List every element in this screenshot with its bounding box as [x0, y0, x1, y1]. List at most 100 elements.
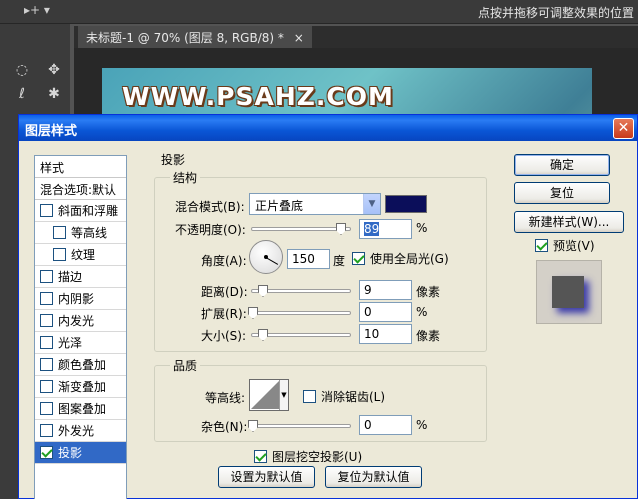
- angle-dial[interactable]: [249, 240, 283, 274]
- new-style-button[interactable]: 新建样式(W)...: [514, 211, 624, 233]
- opacity-slider[interactable]: [251, 223, 351, 235]
- antialias-checkbox[interactable]: 消除锯齿(L): [303, 388, 385, 405]
- noise-input[interactable]: 0: [359, 415, 412, 435]
- style-item-label: 图案叠加: [58, 402, 107, 416]
- style-item[interactable]: 描边: [35, 266, 126, 288]
- styles-list: 样式 混合选项:默认 斜面和浮雕等高线纹理描边内阴影内发光光泽颜色叠加渐变叠加图…: [34, 155, 127, 499]
- global-light-check[interactable]: [352, 252, 365, 265]
- style-item-label: 等高线: [71, 226, 108, 240]
- styles-header[interactable]: 样式: [35, 156, 126, 178]
- distance-label: 距离(D):: [201, 285, 248, 299]
- style-checkbox[interactable]: [53, 226, 66, 239]
- style-item[interactable]: 渐变叠加: [35, 376, 126, 398]
- document-tab-bar: 未标题-1 @ 70% (图层 8, RGB/8) * ×: [74, 26, 638, 48]
- style-checkbox[interactable]: [40, 270, 53, 283]
- style-item[interactable]: 等高线: [35, 222, 126, 244]
- style-item[interactable]: 图案叠加: [35, 398, 126, 420]
- distance-slider[interactable]: [251, 285, 351, 297]
- opacity-input[interactable]: 89: [359, 219, 412, 239]
- canvas-text: WWW.PSAHZ.COM: [122, 82, 394, 111]
- marquee-tool-icon[interactable]: ◌: [12, 60, 32, 80]
- angle-input[interactable]: 150: [287, 249, 330, 269]
- distance-unit: 像素: [416, 285, 441, 299]
- style-item-label: 光泽: [58, 336, 83, 350]
- close-icon[interactable]: ×: [294, 31, 304, 45]
- opacity-label: 不透明度(O):: [175, 223, 246, 237]
- knockout-check[interactable]: [254, 450, 267, 463]
- blend-mode-select[interactable]: 正片叠底 ▼: [249, 193, 381, 215]
- style-checkbox[interactable]: [53, 248, 66, 261]
- spread-label: 扩展(R):: [201, 307, 247, 321]
- layer-style-dialog: 图层样式 ✕ 样式 混合选项:默认 斜面和浮雕等高线纹理描边内阴影内发光光泽颜色…: [18, 114, 638, 499]
- make-default-button[interactable]: 设置为默认值: [218, 466, 315, 488]
- close-button[interactable]: ✕: [613, 118, 634, 139]
- chevron-down-icon: ▼: [363, 194, 380, 214]
- size-input[interactable]: 10: [359, 324, 412, 344]
- spread-slider[interactable]: [248, 307, 351, 319]
- style-item[interactable]: 外发光: [35, 420, 126, 442]
- preview-label: 预览(V): [553, 239, 595, 253]
- dialog-title: 图层样式: [25, 124, 78, 139]
- preview-thumbnail: [536, 260, 602, 324]
- global-light-label: 使用全局光(G): [370, 252, 449, 266]
- spread-input[interactable]: 0: [359, 302, 412, 322]
- lasso-tool-icon[interactable]: ℓ: [12, 84, 32, 104]
- preview-swatch: [552, 276, 584, 308]
- blend-mode-label: 混合模式(B):: [175, 200, 245, 214]
- dialog-titlebar[interactable]: 图层样式 ✕: [19, 115, 637, 141]
- style-item[interactable]: 颜色叠加: [35, 354, 126, 376]
- preview-checkbox[interactable]: 预览(V): [535, 237, 595, 254]
- style-item[interactable]: 纹理: [35, 244, 126, 266]
- opacity-unit: %: [416, 221, 428, 235]
- preview-check[interactable]: [535, 239, 548, 252]
- style-item[interactable]: 内阴影: [35, 288, 126, 310]
- global-light-checkbox[interactable]: 使用全局光(G): [352, 250, 449, 267]
- document-tab[interactable]: 未标题-1 @ 70% (图层 8, RGB/8) * ×: [78, 26, 312, 48]
- style-item[interactable]: 投影: [35, 442, 126, 464]
- contour-label: 等高线:: [205, 391, 246, 405]
- spread-unit: %: [416, 305, 428, 319]
- style-checkbox[interactable]: [40, 336, 53, 349]
- quality-title: 品质: [170, 357, 201, 374]
- size-slider[interactable]: [251, 329, 351, 341]
- style-checkbox[interactable]: [40, 292, 53, 305]
- style-checkbox[interactable]: [40, 446, 53, 459]
- options-bar: ▸+ ▾ 点按并拖移可调整效果的位置: [0, 0, 638, 24]
- style-item[interactable]: 光泽: [35, 332, 126, 354]
- style-item-label: 描边: [58, 270, 83, 284]
- knockout-checkbox[interactable]: 图层挖空投影(U): [254, 448, 362, 465]
- style-checkbox[interactable]: [40, 314, 53, 327]
- style-checkbox[interactable]: [40, 380, 53, 393]
- reset-button[interactable]: 复位: [514, 182, 610, 204]
- style-checkbox[interactable]: [40, 358, 53, 371]
- move-tool-preset[interactable]: ▸+ ▾: [24, 3, 64, 21]
- noise-slider[interactable]: [248, 420, 351, 432]
- style-checkbox[interactable]: [40, 402, 53, 415]
- blend-mode-value: 正片叠底: [255, 199, 304, 213]
- style-item[interactable]: 斜面和浮雕: [35, 200, 126, 222]
- distance-input[interactable]: 9: [359, 280, 412, 300]
- style-item-label: 内发光: [58, 314, 95, 328]
- status-hint: 点按并拖移可调整效果的位置: [477, 6, 634, 20]
- size-unit: 像素: [416, 329, 441, 343]
- blend-options-item[interactable]: 混合选项:默认: [35, 178, 126, 200]
- style-item-label: 渐变叠加: [58, 380, 107, 394]
- magic-wand-tool-icon[interactable]: ✱: [44, 84, 64, 104]
- move-tool-icon[interactable]: ✥: [44, 60, 64, 80]
- structure-title: 结构: [170, 169, 201, 186]
- angle-unit: 度: [333, 254, 346, 268]
- shadow-color-swatch[interactable]: [385, 195, 427, 213]
- contour-preview-icon: [251, 381, 279, 409]
- contour-picker[interactable]: ▼: [249, 379, 289, 411]
- style-item[interactable]: 内发光: [35, 310, 126, 332]
- style-checkbox[interactable]: [40, 204, 53, 217]
- reset-default-button[interactable]: 复位为默认值: [325, 466, 422, 488]
- style-item-label: 纹理: [71, 248, 96, 262]
- section-title: 投影: [161, 153, 186, 167]
- antialias-label: 消除锯齿(L): [321, 390, 386, 404]
- style-item-label: 斜面和浮雕: [58, 204, 119, 218]
- style-checkbox[interactable]: [40, 424, 53, 437]
- knockout-label: 图层挖空投影(U): [272, 450, 363, 464]
- antialias-check[interactable]: [303, 390, 316, 403]
- ok-button[interactable]: 确定: [514, 154, 610, 176]
